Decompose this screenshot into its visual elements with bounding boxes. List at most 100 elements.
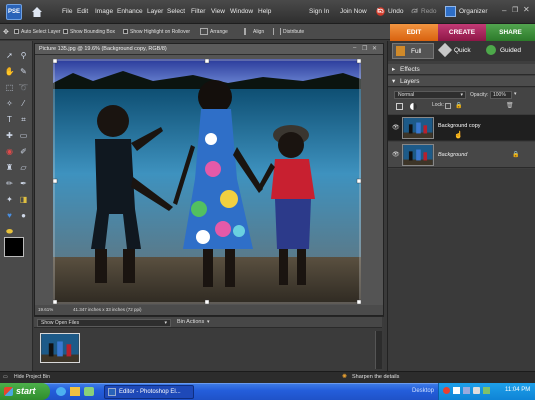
doc-close-icon[interactable]: ✕ bbox=[372, 45, 377, 52]
restore-icon[interactable]: ❐ bbox=[512, 6, 518, 14]
shape-tool[interactable]: ♥ bbox=[3, 209, 16, 222]
smart-brush-tool[interactable]: ✦ bbox=[3, 193, 16, 206]
eye-icon[interactable]: 👁 bbox=[392, 124, 400, 131]
highlight-label: Show Highlight on Rollover bbox=[130, 29, 191, 35]
bin-files-dropdown[interactable]: Show Open Files ▾ bbox=[37, 319, 171, 327]
marquee-tool[interactable]: ⬚ bbox=[3, 81, 16, 94]
menu-enhance[interactable]: Enhance bbox=[117, 8, 143, 15]
opacity-input[interactable]: 100% bbox=[490, 91, 512, 99]
undo-icon[interactable] bbox=[376, 7, 385, 16]
selection-brush-tool[interactable]: ⁄ bbox=[17, 97, 30, 110]
bounding-box-checkbox[interactable]: Show Bounding Box bbox=[63, 29, 115, 35]
tab-quick[interactable]: Quick bbox=[437, 42, 480, 59]
eraser-tool[interactable]: ▱ bbox=[17, 161, 30, 174]
doc-minimize-icon[interactable]: – bbox=[353, 45, 356, 51]
zoom-tool[interactable]: ⚲ bbox=[17, 49, 30, 62]
adjustment-layer-icon[interactable] bbox=[410, 103, 417, 110]
red-eye-tool[interactable]: ◉ bbox=[3, 145, 16, 158]
lock-transparent-icon[interactable] bbox=[445, 103, 451, 109]
eyedropper-tool[interactable]: ✎ bbox=[17, 65, 30, 78]
layer-row-background-copy[interactable]: 👁 Background copy ☝ bbox=[388, 115, 535, 141]
blur-tool[interactable]: ● bbox=[17, 209, 30, 222]
photo-canvas[interactable] bbox=[53, 59, 361, 304]
menu-help[interactable]: Help bbox=[258, 8, 271, 15]
menu-edit[interactable]: Edit bbox=[77, 8, 88, 15]
paint-bucket-tool[interactable]: ◨ bbox=[17, 193, 30, 206]
magic-wand-tool[interactable]: ✧ bbox=[3, 97, 16, 110]
tray-icon[interactable] bbox=[453, 387, 460, 394]
menu-window[interactable]: Window bbox=[230, 8, 253, 15]
speaker-icon[interactable] bbox=[473, 387, 480, 394]
crop-tool[interactable]: ⌗ bbox=[17, 113, 30, 126]
layer-row-background[interactable]: 👁 Background 🔒 bbox=[388, 142, 535, 168]
lasso-tool[interactable]: ➰ bbox=[17, 81, 30, 94]
tab-create[interactable]: CREATE bbox=[438, 24, 486, 41]
menu-select[interactable]: Select bbox=[167, 8, 185, 15]
undo-button[interactable]: Undo bbox=[388, 8, 404, 15]
highlight-checkbox[interactable]: Show Highlight on Rollover bbox=[123, 29, 190, 35]
pencil-tool[interactable]: ✏ bbox=[3, 177, 16, 190]
redo-icon[interactable] bbox=[410, 7, 419, 16]
bounding-box-label: Show Bounding Box bbox=[70, 29, 116, 35]
move-tool-icon[interactable]: ✥ bbox=[3, 28, 9, 36]
app-logo[interactable]: PSE bbox=[6, 4, 22, 20]
taskbar-task-photoshop[interactable]: Editor - Photoshop El... bbox=[104, 385, 194, 399]
trash-icon[interactable]: 🗑 bbox=[506, 102, 514, 109]
cookie-cutter-tool[interactable]: ✚ bbox=[3, 129, 16, 142]
explorer-icon[interactable] bbox=[70, 387, 80, 396]
menu-image[interactable]: Image bbox=[95, 8, 113, 15]
lock-all-icon[interactable]: 🔒 bbox=[455, 102, 462, 109]
opacity-chevron-icon[interactable]: ▾ bbox=[514, 91, 517, 97]
menu-layer[interactable]: Layer bbox=[147, 8, 163, 15]
new-layer-icon[interactable] bbox=[396, 103, 403, 110]
bin-actions-menu[interactable]: Bin Actions bbox=[177, 319, 204, 325]
document-size-info[interactable]: 41.347 inches x 33 inches (72 ppi) bbox=[73, 305, 142, 315]
effects-panel-header[interactable]: ▸ Effects bbox=[388, 64, 535, 75]
foreground-color-swatch[interactable] bbox=[4, 237, 24, 257]
zoom-readout[interactable]: 19.61% bbox=[38, 305, 53, 315]
desktop-toolbar[interactable]: Desktop bbox=[412, 388, 434, 394]
type-tool[interactable]: T bbox=[3, 113, 16, 126]
bin-scrollbar[interactable] bbox=[375, 331, 382, 369]
auto-select-checkbox[interactable]: Auto Select Layer bbox=[14, 29, 60, 35]
tab-full[interactable]: Full bbox=[392, 43, 434, 59]
tab-edit[interactable]: EDIT bbox=[390, 24, 438, 41]
brush-tool[interactable]: ✒ bbox=[17, 177, 30, 190]
arrange-button[interactable]: Arrange bbox=[210, 29, 228, 35]
eye-icon[interactable]: 👁 bbox=[392, 151, 400, 158]
clock[interactable]: 11:04 PM bbox=[505, 387, 530, 393]
bin-thumbnail[interactable] bbox=[40, 333, 80, 363]
organizer-button[interactable]: Organizer bbox=[459, 8, 488, 15]
healing-brush-tool[interactable]: ✐ bbox=[17, 145, 30, 158]
menu-file[interactable]: File bbox=[62, 8, 72, 15]
hand-tool[interactable]: ✋ bbox=[3, 65, 16, 78]
tray-icon[interactable] bbox=[443, 387, 450, 394]
distribute-button[interactable]: Distribute bbox=[283, 29, 304, 35]
join-now-link[interactable]: Join Now bbox=[340, 8, 367, 15]
layer-name[interactable]: Background copy bbox=[438, 123, 481, 129]
layer-name[interactable]: Background bbox=[438, 152, 467, 158]
menu-view[interactable]: View bbox=[211, 8, 225, 15]
clone-stamp-tool[interactable]: ♜ bbox=[3, 161, 16, 174]
straighten-tool[interactable]: ▭ bbox=[17, 129, 30, 142]
tab-share[interactable]: SHARE bbox=[486, 24, 535, 41]
hide-bin-icon[interactable]: ▭ bbox=[3, 374, 8, 380]
close-icon[interactable]: ✕ bbox=[523, 5, 530, 14]
layers-panel-header[interactable]: ▾ Layers bbox=[388, 76, 535, 87]
network-icon[interactable] bbox=[483, 387, 490, 394]
hide-project-bin-toggle[interactable]: Hide Project Bin bbox=[14, 374, 50, 380]
ie-icon[interactable] bbox=[56, 387, 66, 396]
doc-restore-icon[interactable]: ❐ bbox=[362, 45, 367, 52]
blend-mode-select[interactable]: Normal ▾ bbox=[394, 91, 466, 99]
minimize-icon[interactable]: – bbox=[502, 6, 506, 15]
redo-button[interactable]: Redo bbox=[421, 8, 437, 15]
tab-guided[interactable]: Guided bbox=[484, 43, 532, 59]
sign-in-link[interactable]: Sign In bbox=[309, 8, 329, 15]
tray-icon[interactable] bbox=[463, 387, 470, 394]
menu-filter[interactable]: Filter bbox=[191, 8, 205, 15]
media-icon[interactable] bbox=[84, 387, 94, 396]
organizer-icon[interactable] bbox=[445, 6, 456, 17]
align-button[interactable]: Align bbox=[253, 29, 264, 35]
move-tool[interactable]: ➚ bbox=[3, 49, 16, 62]
home-icon[interactable] bbox=[30, 5, 44, 19]
